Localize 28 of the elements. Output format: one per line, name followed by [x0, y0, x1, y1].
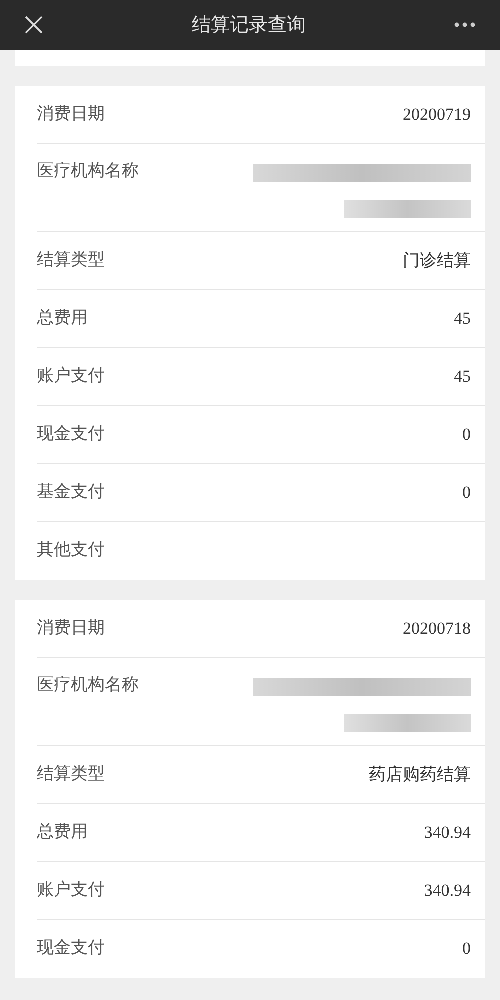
field-value: 药店购药结算: [369, 764, 471, 786]
field-value: 340.94: [424, 880, 471, 902]
field-label: 医疗机构名称: [37, 674, 139, 697]
field-value: 0: [462, 482, 471, 504]
more-icon[interactable]: [454, 22, 476, 28]
field-label: 账户支付: [37, 364, 105, 388]
field-label: 结算类型: [37, 248, 105, 272]
field-label: 总费用: [37, 820, 88, 844]
field-value: 0: [462, 938, 471, 960]
field-value: 0: [462, 424, 471, 446]
field-value: 门诊结算: [403, 250, 471, 272]
field-label: 结算类型: [37, 762, 105, 786]
field-value: 45: [454, 308, 471, 330]
field-label: 账户支付: [37, 878, 105, 902]
field-label: 现金支付: [37, 422, 105, 446]
field-label: 基金支付: [37, 480, 105, 504]
field-value: 20200719: [403, 104, 471, 126]
close-icon[interactable]: [24, 15, 44, 35]
field-value: 340.94: [424, 822, 471, 844]
field-label: 现金支付: [37, 937, 105, 960]
field-label: 医疗机构名称: [37, 160, 139, 183]
field-value: 45: [454, 366, 471, 388]
field-label: 消费日期: [37, 102, 105, 126]
field-label: 总费用: [37, 306, 88, 330]
page-title: 结算记录查询: [192, 12, 306, 38]
field-label: 其他支付: [37, 539, 105, 562]
field-value: 20200718: [403, 618, 471, 640]
field-label: 消费日期: [37, 616, 105, 640]
